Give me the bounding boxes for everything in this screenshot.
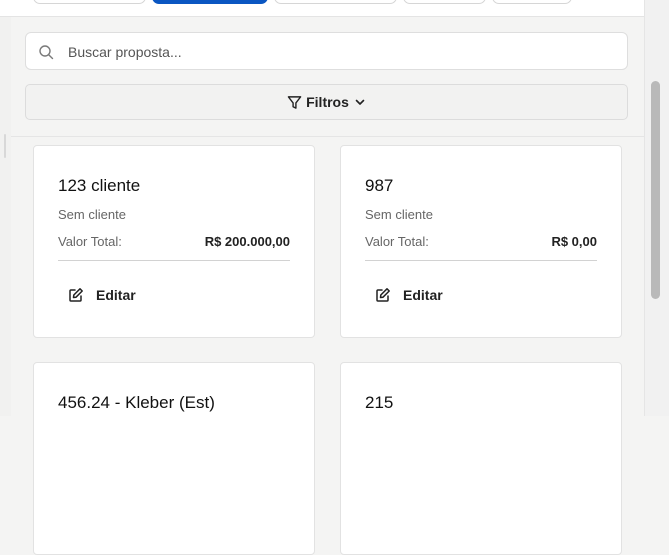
card-divider — [58, 260, 290, 261]
scrollbar[interactable] — [644, 0, 669, 416]
filters-button[interactable]: Filtros — [25, 84, 628, 120]
edit-icon — [69, 288, 83, 302]
top-tab-bar — [0, 0, 644, 17]
proposal-card: 215 — [340, 362, 622, 555]
tab-active[interactable] — [152, 0, 268, 4]
proposal-title: 215 — [365, 393, 394, 412]
tab-3[interactable] — [274, 0, 397, 4]
total-value: R$ 0,00 — [551, 234, 597, 249]
proposal-title: 456.24 - Kleber (Est) — [58, 393, 215, 412]
proposal-card: 123 cliente Sem cliente Valor Total: R$ … — [33, 145, 315, 338]
controls-panel: Filtros — [11, 17, 644, 137]
tab-1[interactable] — [33, 0, 146, 4]
proposal-card: 456.24 - Kleber (Est) — [33, 362, 315, 555]
edit-icon — [376, 288, 390, 302]
left-panel-edge — [0, 0, 11, 416]
total-label: Valor Total: — [365, 234, 429, 249]
filters-label: Filtros — [306, 94, 349, 110]
chevron-down-icon — [355, 99, 365, 105]
tab-4[interactable] — [403, 0, 486, 4]
search-box[interactable] — [25, 32, 628, 71]
proposal-title: 123 cliente — [58, 176, 141, 195]
proposal-client: Sem cliente — [58, 207, 126, 222]
resize-handle[interactable] — [4, 134, 6, 158]
tab-5[interactable] — [492, 0, 572, 4]
edit-label: Editar — [96, 287, 136, 303]
scrollbar-thumb[interactable] — [651, 81, 660, 299]
total-value: R$ 200.000,00 — [204, 234, 290, 249]
card-divider — [365, 260, 597, 261]
total-label: Valor Total: — [58, 234, 122, 249]
proposal-title: 987 — [365, 176, 394, 195]
proposal-card: 987 Sem cliente Valor Total: R$ 0,00 Edi… — [340, 145, 622, 338]
proposal-client: Sem cliente — [365, 207, 433, 222]
total-row: Valor Total: R$ 200.000,00 — [58, 234, 290, 249]
filter-icon — [287, 95, 302, 109]
edit-label: Editar — [403, 287, 443, 303]
edit-button[interactable]: Editar — [365, 279, 453, 311]
search-icon — [39, 45, 54, 60]
total-row: Valor Total: R$ 0,00 — [365, 234, 597, 249]
edit-button[interactable]: Editar — [58, 279, 146, 311]
search-input[interactable] — [66, 33, 610, 71]
